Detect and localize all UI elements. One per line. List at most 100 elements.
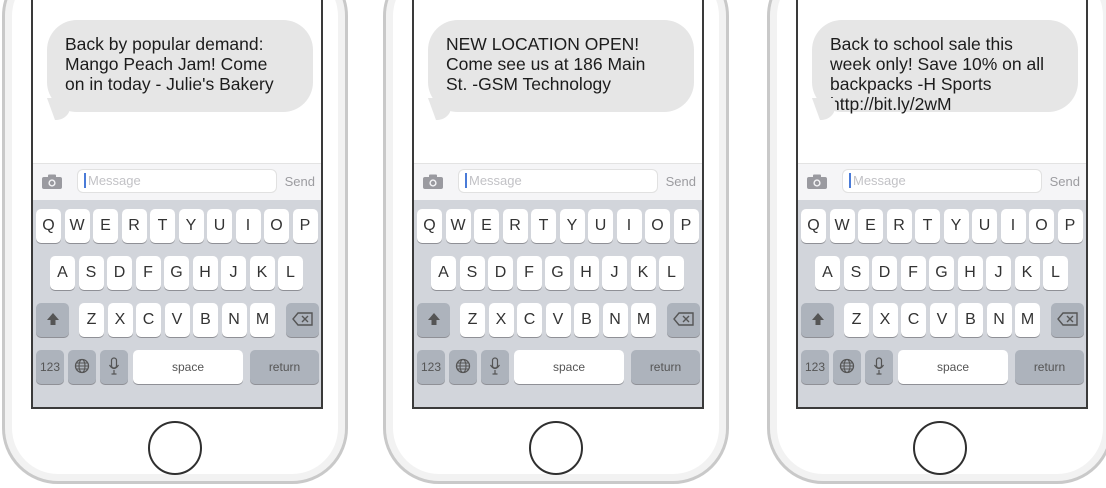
key-f[interactable]: F xyxy=(900,256,926,290)
shift-key[interactable] xyxy=(36,303,69,337)
key-b[interactable]: B xyxy=(574,303,599,337)
backspace-key[interactable] xyxy=(286,303,319,337)
shift-key[interactable] xyxy=(801,303,834,337)
key-i[interactable]: I xyxy=(616,209,642,243)
space-key[interactable]: space xyxy=(133,350,243,384)
key-s[interactable]: S xyxy=(459,256,485,290)
camera-icon[interactable] xyxy=(806,173,828,190)
key-o[interactable]: O xyxy=(645,209,670,243)
globe-key[interactable] xyxy=(449,350,477,384)
key-w[interactable]: W xyxy=(445,209,471,243)
key-g[interactable]: G xyxy=(929,256,954,290)
key-r[interactable]: R xyxy=(121,209,147,243)
key-t[interactable]: T xyxy=(150,209,175,243)
key-t[interactable]: T xyxy=(531,209,556,243)
backspace-key[interactable] xyxy=(1051,303,1084,337)
key-r[interactable]: R xyxy=(502,209,528,243)
key-f[interactable]: F xyxy=(135,256,161,290)
key-l[interactable]: L xyxy=(1043,256,1068,290)
key-a[interactable]: A xyxy=(50,256,75,290)
home-button[interactable] xyxy=(529,421,583,475)
space-key[interactable]: space xyxy=(898,350,1008,384)
numbers-key[interactable]: 123 xyxy=(417,350,445,384)
key-i[interactable]: I xyxy=(1000,209,1026,243)
key-t[interactable]: T xyxy=(915,209,940,243)
key-d[interactable]: D xyxy=(872,256,897,290)
key-b[interactable]: B xyxy=(958,303,983,337)
key-j[interactable]: J xyxy=(986,256,1011,290)
key-m[interactable]: M xyxy=(1015,303,1040,337)
key-q[interactable]: Q xyxy=(417,209,442,243)
camera-icon[interactable] xyxy=(41,173,63,190)
backspace-key[interactable] xyxy=(667,303,700,337)
key-r[interactable]: R xyxy=(886,209,912,243)
key-v[interactable]: V xyxy=(164,303,190,337)
key-z[interactable]: Z xyxy=(460,303,485,337)
key-d[interactable]: D xyxy=(488,256,513,290)
key-d[interactable]: D xyxy=(107,256,132,290)
home-button[interactable] xyxy=(913,421,967,475)
key-k[interactable]: K xyxy=(1014,256,1040,290)
shift-key[interactable] xyxy=(417,303,450,337)
key-w[interactable]: W xyxy=(64,209,90,243)
key-m[interactable]: M xyxy=(250,303,275,337)
key-a[interactable]: A xyxy=(431,256,456,290)
key-x[interactable]: X xyxy=(107,303,133,337)
message-input[interactable]: Message xyxy=(77,169,277,193)
key-e[interactable]: E xyxy=(93,209,118,243)
key-x[interactable]: X xyxy=(488,303,514,337)
send-button[interactable]: Send xyxy=(285,174,315,189)
key-o[interactable]: O xyxy=(264,209,289,243)
key-u[interactable]: U xyxy=(588,209,613,243)
key-m[interactable]: M xyxy=(631,303,656,337)
key-b[interactable]: B xyxy=(193,303,218,337)
key-x[interactable]: X xyxy=(872,303,898,337)
key-s[interactable]: S xyxy=(843,256,869,290)
return-key[interactable]: return xyxy=(250,350,319,384)
microphone-key[interactable] xyxy=(481,350,509,384)
key-h[interactable]: H xyxy=(192,256,218,290)
key-v[interactable]: V xyxy=(545,303,571,337)
globe-key[interactable] xyxy=(68,350,96,384)
key-g[interactable]: G xyxy=(545,256,570,290)
key-i[interactable]: I xyxy=(235,209,261,243)
key-u[interactable]: U xyxy=(207,209,232,243)
camera-icon[interactable] xyxy=(422,173,444,190)
key-h[interactable]: H xyxy=(573,256,599,290)
key-k[interactable]: K xyxy=(249,256,275,290)
microphone-key[interactable] xyxy=(865,350,893,384)
key-j[interactable]: J xyxy=(602,256,627,290)
key-o[interactable]: O xyxy=(1029,209,1054,243)
message-input[interactable]: Message xyxy=(842,169,1042,193)
globe-key[interactable] xyxy=(833,350,861,384)
message-input[interactable]: Message xyxy=(458,169,658,193)
key-c[interactable]: C xyxy=(901,303,926,337)
key-y[interactable]: Y xyxy=(559,209,585,243)
key-p[interactable]: P xyxy=(1057,209,1083,243)
key-u[interactable]: U xyxy=(972,209,997,243)
key-h[interactable]: H xyxy=(957,256,983,290)
key-z[interactable]: Z xyxy=(844,303,869,337)
key-w[interactable]: W xyxy=(829,209,855,243)
key-n[interactable]: N xyxy=(602,303,628,337)
send-button[interactable]: Send xyxy=(666,174,696,189)
key-g[interactable]: G xyxy=(164,256,189,290)
key-j[interactable]: J xyxy=(221,256,246,290)
key-s[interactable]: S xyxy=(78,256,104,290)
key-c[interactable]: C xyxy=(517,303,542,337)
home-button[interactable] xyxy=(148,421,202,475)
key-l[interactable]: L xyxy=(659,256,684,290)
key-e[interactable]: E xyxy=(858,209,883,243)
key-z[interactable]: Z xyxy=(79,303,104,337)
return-key[interactable]: return xyxy=(631,350,700,384)
key-a[interactable]: A xyxy=(815,256,840,290)
key-n[interactable]: N xyxy=(986,303,1012,337)
return-key[interactable]: return xyxy=(1015,350,1084,384)
space-key[interactable]: space xyxy=(514,350,624,384)
key-f[interactable]: F xyxy=(516,256,542,290)
key-p[interactable]: P xyxy=(673,209,699,243)
key-k[interactable]: K xyxy=(630,256,656,290)
numbers-key[interactable]: 123 xyxy=(36,350,64,384)
numbers-key[interactable]: 123 xyxy=(801,350,829,384)
key-y[interactable]: Y xyxy=(943,209,969,243)
